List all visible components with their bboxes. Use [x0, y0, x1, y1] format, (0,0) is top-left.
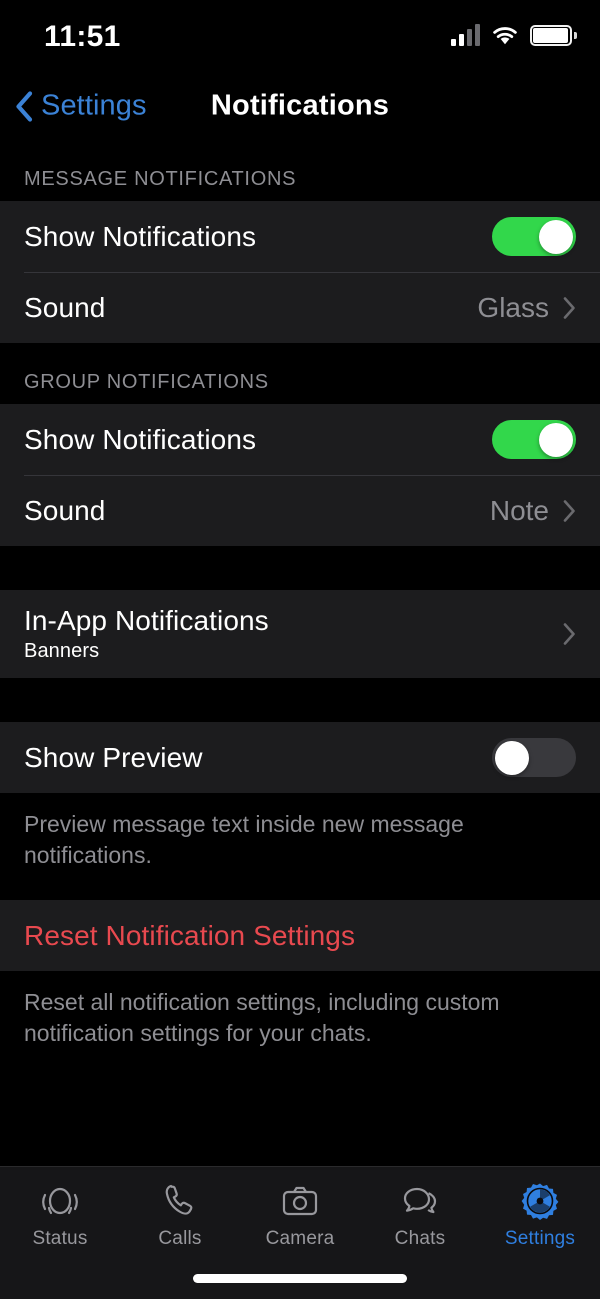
tab-chats[interactable]: Chats [360, 1179, 480, 1250]
camera-icon [278, 1179, 322, 1223]
cellular-signal-icon [451, 24, 480, 46]
footer-show-preview: Preview message text inside new message … [0, 793, 600, 871]
row-group-sound[interactable]: Sound Note [0, 475, 600, 546]
tab-calls[interactable]: Calls [120, 1179, 240, 1250]
tab-label: Chats [394, 1228, 446, 1249]
gear-icon [518, 1179, 562, 1223]
section-message-notifications: Show Notifications Sound Glass [0, 201, 600, 343]
section-spacer [0, 546, 600, 590]
status-bar-indicators [451, 24, 577, 46]
row-label: Reset Notification Settings [24, 919, 356, 951]
wifi-icon [491, 25, 519, 46]
row-value-sound: Note [489, 494, 549, 526]
phone-screen: 11:51 Settings Notifications MESSAGE NOT… [0, 0, 600, 1299]
section-spacer [0, 678, 600, 722]
row-label: Show Notifications [24, 423, 257, 455]
chevron-right-icon [563, 623, 575, 645]
chevron-right-icon [563, 296, 575, 319]
section-spacer [0, 870, 600, 901]
section-show-preview: Show Preview [0, 722, 600, 793]
section-header-message-notifications: MESSAGE NOTIFICATIONS [24, 168, 297, 190]
tab-label: Calls [158, 1228, 202, 1249]
row-label: Show Preview [24, 741, 203, 773]
row-label: Show Notifications [24, 220, 257, 252]
status-ring-icon [38, 1179, 82, 1223]
row-subtitle: Banners [24, 640, 100, 662]
row-message-sound[interactable]: Sound Glass [0, 272, 600, 343]
tab-label: Settings [504, 1228, 576, 1249]
toggle-show-preview[interactable] [492, 738, 576, 777]
row-in-app-notifications[interactable]: In-App Notifications Banners [0, 590, 600, 678]
status-bar-time: 11:51 [44, 20, 121, 53]
row-label: In-App Notifications [24, 605, 269, 636]
row-reset-notification-settings[interactable]: Reset Notification Settings [0, 900, 600, 972]
tab-camera[interactable]: Camera [240, 1179, 360, 1250]
settings-list: MESSAGE NOTIFICATIONS Show Notifications… [0, 140, 600, 1166]
row-label: Sound [24, 494, 106, 526]
chevron-right-icon [563, 499, 575, 522]
navigation-bar: Settings Notifications [0, 72, 600, 140]
chat-bubbles-icon [398, 1179, 442, 1223]
section-in-app-notifications: In-App Notifications Banners [0, 590, 600, 678]
row-show-preview[interactable]: Show Preview [0, 722, 600, 793]
page-title: Notifications [210, 89, 390, 122]
section-header-group-notifications: GROUP NOTIFICATIONS [24, 371, 269, 393]
toggle-message-show-notifications[interactable] [492, 217, 576, 256]
phone-icon [158, 1179, 202, 1223]
tab-status[interactable]: Status [0, 1179, 120, 1250]
row-group-show-notifications[interactable]: Show Notifications [0, 404, 600, 475]
status-bar: 11:51 [0, 0, 600, 72]
toggle-group-show-notifications[interactable] [492, 420, 576, 459]
section-reset: Reset Notification Settings [0, 900, 600, 972]
row-label: Sound [24, 291, 106, 323]
footer-reset: Reset all notification settings, includi… [0, 971, 600, 1049]
home-indicator[interactable] [193, 1274, 407, 1283]
tab-label: Status [32, 1228, 88, 1249]
battery-icon [530, 25, 577, 46]
tab-label: Camera [265, 1228, 335, 1249]
tab-settings[interactable]: Settings [480, 1179, 600, 1250]
row-message-show-notifications[interactable]: Show Notifications [0, 201, 600, 272]
row-value-sound: Glass [477, 291, 549, 323]
section-group-notifications: Show Notifications Sound Note [0, 404, 600, 546]
